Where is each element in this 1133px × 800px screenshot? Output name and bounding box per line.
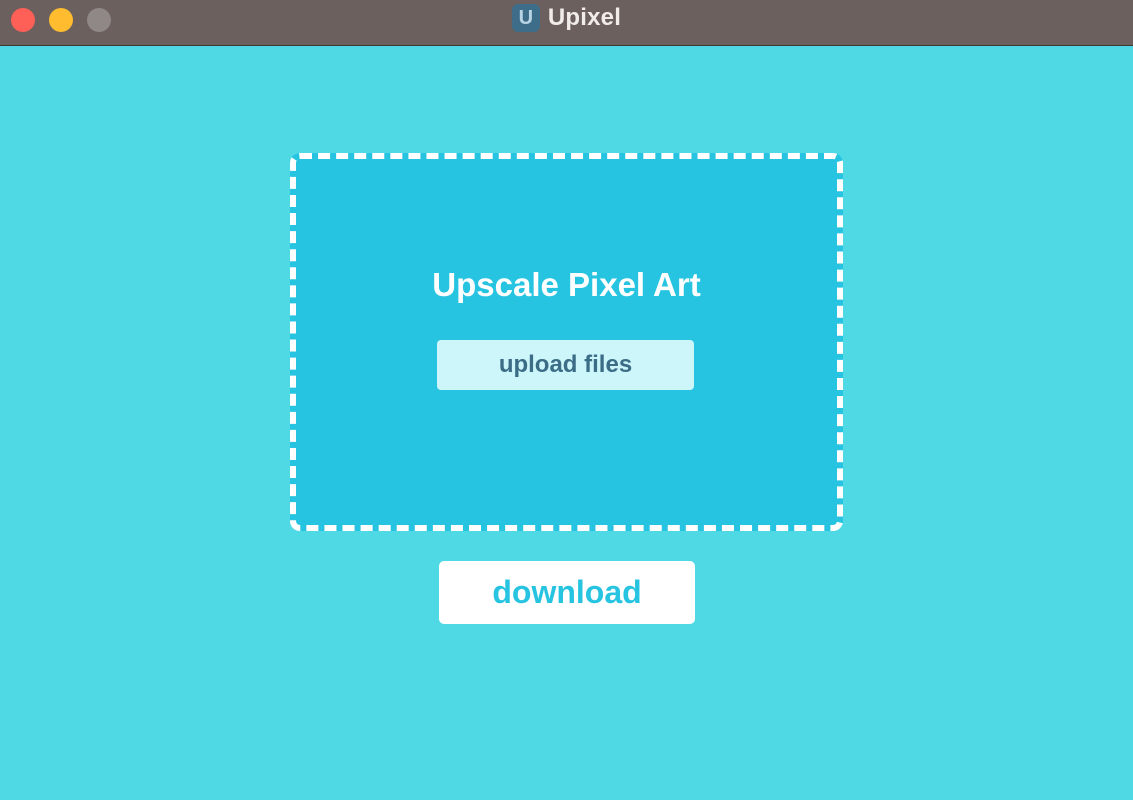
file-drop-zone[interactable]: Upscale Pixel Art upload files bbox=[290, 153, 843, 531]
page-title: Upscale Pixel Art bbox=[432, 266, 701, 303]
window-title-group: U Upixel bbox=[0, 0, 1133, 36]
app-icon: U bbox=[511, 4, 540, 32]
upload-files-button[interactable]: upload files bbox=[437, 340, 694, 390]
title-bar[interactable]: U Upixel bbox=[0, 0, 1133, 46]
app-window: U Upixel Upscale Pixel Art upload files … bbox=[0, 0, 1133, 800]
window-title: Upixel bbox=[547, 4, 622, 31]
download-button[interactable]: download bbox=[439, 561, 695, 624]
